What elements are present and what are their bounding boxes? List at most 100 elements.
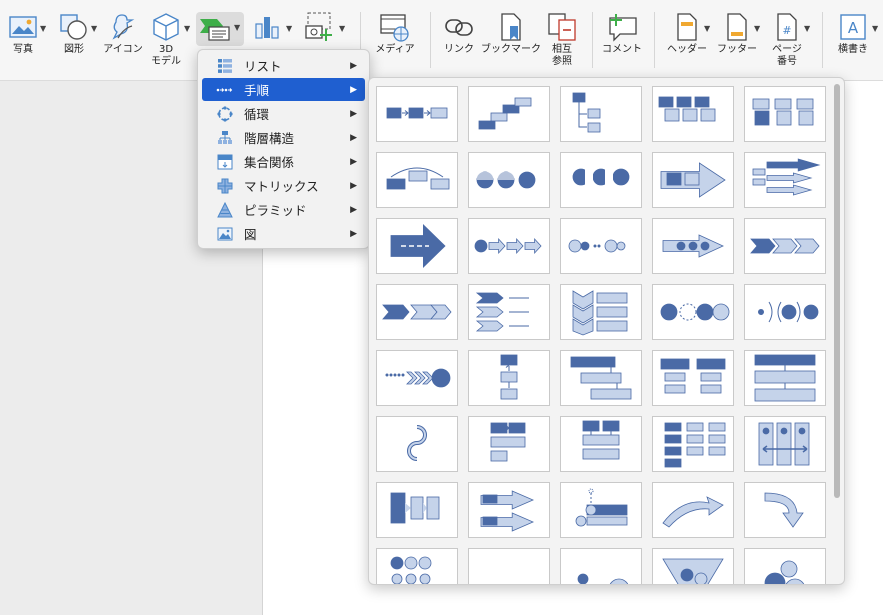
textbox-button[interactable]: A 横書き	[832, 10, 874, 56]
process-layout-thumbnail[interactable]	[560, 152, 642, 208]
process-layout-thumbnail[interactable]	[376, 548, 458, 584]
layout-diagram-icon	[662, 496, 724, 528]
footer-label: フッター	[717, 44, 757, 55]
3d-model-button[interactable]: 3D モデル	[150, 10, 182, 68]
process-layout-thumbnail[interactable]	[744, 482, 826, 538]
menu-item-label: 循環	[244, 107, 270, 122]
process-layout-thumbnail[interactable]	[376, 350, 458, 406]
process-layout-thumbnail[interactable]	[468, 284, 550, 340]
page-number-button[interactable]: # ページ 番号	[766, 10, 808, 68]
menu-item-cycle[interactable]: 循環 ▶	[202, 102, 365, 125]
process-layout-thumbnail[interactable]	[468, 416, 550, 472]
cross-reference-button[interactable]: 相互 参照	[546, 10, 578, 68]
chevron-down-icon[interactable]: ▼	[872, 24, 878, 33]
process-layout-thumbnail[interactable]	[468, 218, 550, 274]
footer-button[interactable]: フッター	[716, 10, 758, 56]
process-layout-thumbnail[interactable]	[744, 416, 826, 472]
process-layout-thumbnail[interactable]	[376, 284, 458, 340]
process-layout-thumbnail[interactable]	[744, 152, 826, 208]
smartart-icon	[200, 19, 230, 41]
process-layout-thumbnail[interactable]	[652, 86, 734, 142]
shapes-button[interactable]: 図形	[56, 10, 92, 56]
header-label: ヘッダー	[667, 44, 707, 55]
bookmark-button[interactable]: ブックマーク	[481, 10, 541, 56]
process-layout-thumbnail[interactable]	[560, 218, 642, 274]
photo-button[interactable]: 写真	[6, 10, 40, 56]
smartart-button[interactable]: ▼	[196, 12, 244, 46]
process-layout-thumbnail[interactable]	[744, 86, 826, 142]
process-layout-thumbnail[interactable]	[468, 350, 550, 406]
process-layout-thumbnail[interactable]	[744, 284, 826, 340]
link-label: リンク	[444, 44, 474, 55]
cross-reference-label: 相互 参照	[552, 44, 572, 67]
gallery-scrollbar[interactable]	[834, 84, 840, 498]
picture-icon	[216, 225, 234, 243]
link-button[interactable]: リンク	[440, 10, 478, 56]
chart-button[interactable]	[252, 10, 282, 44]
process-layout-thumbnail[interactable]	[652, 482, 734, 538]
process-layout-thumbnail[interactable]	[744, 548, 826, 584]
cube-icon	[150, 10, 182, 44]
process-layout-thumbnail[interactable]	[376, 482, 458, 538]
comment-button[interactable]: コメント	[599, 10, 645, 56]
process-layout-thumbnail[interactable]	[376, 152, 458, 208]
relationship-icon	[216, 153, 234, 171]
chevron-down-icon[interactable]: ▼	[754, 24, 760, 33]
layout-diagram-icon	[568, 239, 626, 253]
process-layout-thumbnail[interactable]	[744, 350, 826, 406]
chevron-down-icon[interactable]: ▼	[339, 24, 345, 33]
menu-item-pyramid[interactable]: ピラミッド ▶	[202, 198, 365, 221]
chevron-down-icon[interactable]: ▼	[804, 24, 810, 33]
chevron-down-icon[interactable]: ▼	[184, 24, 190, 33]
layout-diagram-icon	[480, 490, 535, 532]
process-layout-thumbnail[interactable]	[560, 548, 642, 584]
menu-item-hierarchy[interactable]: 階層構造 ▶	[202, 126, 365, 149]
process-layout-thumbnail[interactable]	[376, 416, 458, 472]
header-button[interactable]: ヘッダー	[666, 10, 708, 56]
process-layout-thumbnail[interactable]	[652, 152, 734, 208]
process-layout-thumbnail[interactable]	[560, 416, 642, 472]
process-layout-thumbnail[interactable]	[468, 86, 550, 142]
process-layout-thumbnail[interactable]	[376, 86, 458, 142]
layout-diagram-icon	[390, 492, 440, 524]
process-layout-thumbnail[interactable]	[652, 218, 734, 274]
layout-diagram-icon	[758, 301, 819, 323]
menu-item-relationship[interactable]: 集合関係 ▶	[202, 150, 365, 173]
svg-text:A: A	[848, 19, 859, 37]
layout-diagram-icon	[382, 304, 452, 320]
bird-icon	[102, 10, 144, 44]
layout-diagram-icon	[572, 290, 628, 336]
process-layout-thumbnail[interactable]	[468, 152, 550, 208]
process-layout-thumbnail[interactable]	[560, 86, 642, 142]
menu-item-list[interactable]: リスト ▶	[202, 54, 365, 77]
submenu-arrow-icon: ▶	[350, 156, 357, 167]
process-layout-thumbnail[interactable]	[652, 416, 734, 472]
process-layout-thumbnail[interactable]	[468, 482, 550, 538]
smartart-category-menu: リスト ▶ 手順 ▶ 循環 ▶ 階層構造 ▶ 集合関係 ▶ マトリックス ▶ ピ…	[197, 49, 370, 249]
icons-button[interactable]: アイコン	[102, 10, 144, 56]
process-layout-thumbnail[interactable]	[560, 482, 642, 538]
chevron-down-icon[interactable]: ▼	[704, 24, 710, 33]
process-layout-thumbnail[interactable]	[376, 218, 458, 274]
chevron-down-icon[interactable]: ▼	[91, 24, 97, 33]
layout-diagram-icon	[570, 356, 632, 400]
process-layout-thumbnail[interactable]	[560, 350, 642, 406]
chevron-down-icon[interactable]: ▼	[40, 24, 46, 33]
process-layout-thumbnail[interactable]	[744, 218, 826, 274]
layout-diagram-icon	[764, 492, 804, 528]
menu-item-matrix[interactable]: マトリックス ▶	[202, 174, 365, 197]
icons-label: アイコン	[103, 44, 143, 55]
process-layout-thumbnail[interactable]	[468, 548, 550, 584]
menu-item-picture[interactable]: 図 ▶	[202, 222, 365, 245]
process-layout-thumbnail[interactable]	[560, 284, 642, 340]
process-layout-thumbnail[interactable]	[652, 350, 734, 406]
menu-item-label: 手順	[244, 83, 270, 98]
process-layout-thumbnail[interactable]	[652, 548, 734, 584]
media-button[interactable]: メディア	[370, 10, 420, 56]
process-layout-thumbnail[interactable]	[652, 284, 734, 340]
bookmark-label: ブックマーク	[481, 44, 541, 55]
hierarchy-icon	[216, 129, 234, 147]
menu-item-process[interactable]: 手順 ▶	[202, 78, 365, 101]
chevron-down-icon[interactable]: ▼	[286, 24, 292, 33]
screenshot-button[interactable]	[302, 10, 338, 44]
